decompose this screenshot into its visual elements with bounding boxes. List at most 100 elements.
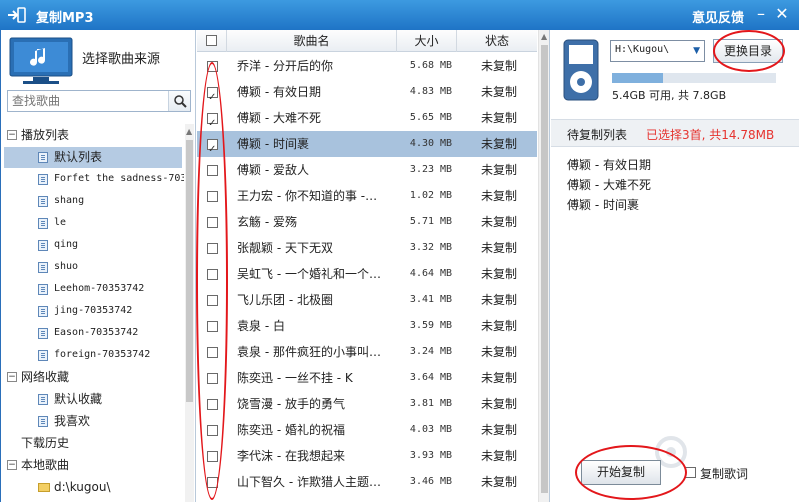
tree-item[interactable]: 默认列表	[1, 146, 184, 168]
change-directory-button[interactable]: 更换目录	[713, 39, 783, 63]
table-row[interactable]: 张靓颖 - 天下无双 3.32 MB 未复制	[197, 235, 537, 261]
tree-item[interactable]: qing	[1, 234, 184, 256]
song-size: 3.23 MB	[409, 164, 453, 175]
music-monitor-icon[interactable]	[9, 37, 73, 85]
song-name: 袁泉 - 白	[237, 319, 285, 333]
row-checkbox[interactable]	[207, 191, 218, 202]
feedback-link[interactable]: 意见反馈	[692, 7, 744, 26]
tree-group[interactable]: − 网络收藏	[1, 366, 184, 388]
song-size: 3.93 MB	[409, 450, 453, 461]
tree-item[interactable]: shuo	[1, 256, 184, 278]
row-checkbox[interactable]	[207, 243, 218, 254]
row-checkbox[interactable]	[207, 111, 218, 137]
tree-item[interactable]: 下载历史	[1, 432, 184, 454]
song-name: 袁泉 - 那件疯狂的小事叫…	[237, 345, 381, 359]
row-checkbox[interactable]	[207, 321, 218, 332]
row-checkbox[interactable]	[207, 425, 218, 436]
tree-item[interactable]: Forfet the sadness-703	[1, 168, 184, 190]
scroll-up-icon[interactable]: ▲	[186, 127, 192, 136]
search-icon	[174, 95, 187, 108]
tree-label: 本地歌曲	[21, 458, 70, 472]
playlist-icon	[38, 196, 48, 207]
tree-item[interactable]: le	[1, 212, 184, 234]
tree-item[interactable]: Eason-70353742	[1, 322, 184, 344]
row-checkbox[interactable]	[207, 137, 218, 163]
search-input[interactable]	[8, 91, 166, 111]
source-tree-scrollbar[interactable]: ▲	[185, 124, 194, 502]
row-checkbox[interactable]	[207, 347, 218, 358]
table-row[interactable]: 傅颖 - 爱敌人 3.23 MB 未复制	[197, 157, 537, 183]
close-button[interactable]: ✕	[773, 4, 791, 24]
song-name: 傅颖 - 爱敌人	[237, 163, 309, 177]
collapse-icon[interactable]: −	[7, 130, 17, 140]
tree-group[interactable]: − 本地歌曲	[1, 454, 184, 476]
song-list-scrollbar[interactable]: ▲	[538, 30, 549, 502]
table-row[interactable]: 飞儿乐团 - 北极圈 3.41 MB 未复制	[197, 287, 537, 313]
tree-item[interactable]: d:\kugou\	[1, 476, 184, 498]
song-name: 张靓颖 - 天下无双	[237, 241, 333, 255]
table-row[interactable]: 乔洋 - 分开后的你 5.68 MB 未复制	[197, 53, 537, 79]
collapse-icon[interactable]: −	[7, 460, 17, 470]
table-row[interactable]: 饶雪漫 - 放手的勇气 3.81 MB 未复制	[197, 391, 537, 417]
col-song-header[interactable]: 歌曲名	[227, 30, 397, 52]
col-status-header[interactable]: 状态	[457, 30, 537, 52]
table-row[interactable]: 袁泉 - 白 3.59 MB 未复制	[197, 313, 537, 339]
song-status: 未复制	[480, 163, 517, 177]
row-checkbox[interactable]	[207, 477, 218, 488]
tree-label: 网络收藏	[21, 370, 70, 384]
minimize-button[interactable]: –	[752, 4, 770, 24]
row-checkbox[interactable]	[207, 451, 218, 462]
table-row[interactable]: 山下智久 - 诈欺猎人主题… 3.46 MB 未复制	[197, 469, 537, 495]
pending-item: 傅颖 - 大难不死	[567, 178, 651, 192]
tree-item[interactable]: 我喜欢	[1, 410, 184, 432]
row-checkbox[interactable]	[207, 61, 218, 72]
select-all-cell	[197, 30, 227, 52]
table-row[interactable]: 玄觞 - 爱殇 5.71 MB 未复制	[197, 209, 537, 235]
song-size: 4.30 MB	[409, 138, 453, 149]
tree-label: qing	[54, 239, 79, 250]
start-copy-button[interactable]: 开始复制	[581, 460, 661, 485]
tree-item[interactable]: 默认收藏	[1, 388, 184, 410]
storage-progress-fill	[612, 73, 663, 83]
col-size-header[interactable]: 大小	[397, 30, 457, 52]
row-checkbox[interactable]	[207, 85, 218, 111]
tree-label: shang	[54, 195, 85, 206]
scroll-up-icon[interactable]: ▲	[541, 32, 547, 41]
tree-group[interactable]: − 播放列表	[1, 124, 184, 146]
scroll-thumb[interactable]	[541, 45, 548, 493]
directory-select[interactable]: H:\Kugou\ ▼	[610, 40, 705, 62]
table-row[interactable]: 傅颖 - 大难不死 5.65 MB 未复制	[197, 105, 537, 137]
table-row[interactable]: 陈奕迅 - 一丝不挂 - K 3.64 MB 未复制	[197, 365, 537, 391]
table-row[interactable]: 傅颖 - 时间裹 4.30 MB 未复制	[197, 131, 537, 163]
table-row[interactable]: 吴虹飞 - 一个婚礼和一个… 4.64 MB 未复制	[197, 261, 537, 287]
copy-lyrics-checkbox[interactable]	[685, 467, 696, 478]
row-checkbox[interactable]	[207, 399, 218, 410]
tree-item[interactable]: shang	[1, 190, 184, 212]
search-button[interactable]	[168, 91, 190, 111]
tree-label: le	[54, 217, 67, 228]
row-checkbox[interactable]	[207, 165, 218, 176]
playlist-icon	[38, 350, 48, 361]
select-all-checkbox[interactable]	[206, 35, 217, 46]
scroll-thumb[interactable]	[186, 140, 193, 402]
song-size: 5.68 MB	[409, 60, 453, 71]
tree-label: 下载历史	[21, 436, 70, 450]
tree-item[interactable]: Leehom-70353742	[1, 278, 184, 300]
tree-item[interactable]: jing-70353742	[1, 300, 184, 322]
storage-progress-bar	[612, 73, 776, 83]
tree-label: shuo	[54, 261, 79, 272]
table-row[interactable]: 王力宏 - 你不知道的事 -… 1.02 MB 未复制	[197, 183, 537, 209]
table-row[interactable]: 陈奕迅 - 婚礼的祝福 4.03 MB 未复制	[197, 417, 537, 443]
song-name: 乔洋 - 分开后的你	[237, 59, 333, 73]
tree-item[interactable]: foreign-70353742	[1, 344, 184, 366]
chevron-down-icon: ▼	[693, 46, 700, 56]
table-row[interactable]: 李代沫 - 在我想起来 3.93 MB 未复制	[197, 443, 537, 469]
row-checkbox[interactable]	[207, 373, 218, 384]
table-row[interactable]: 袁泉 - 那件疯狂的小事叫… 3.24 MB 未复制	[197, 339, 537, 365]
song-status: 未复制	[480, 215, 517, 229]
row-checkbox[interactable]	[207, 217, 218, 228]
collapse-icon[interactable]: −	[7, 372, 17, 382]
row-checkbox[interactable]	[207, 269, 218, 280]
table-row[interactable]: 傅颖 - 有效日期 4.83 MB 未复制	[197, 79, 537, 111]
row-checkbox[interactable]	[207, 295, 218, 306]
